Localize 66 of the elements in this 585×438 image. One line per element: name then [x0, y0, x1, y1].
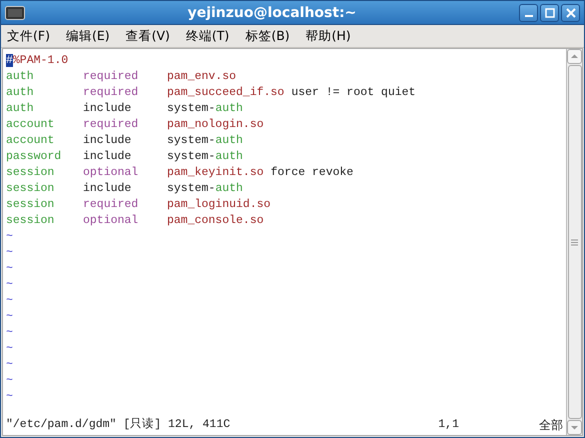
code-text: system-auth: [167, 149, 243, 165]
menu-item[interactable]: 帮助(H): [306, 28, 351, 44]
file-info: "/etc/pam.d/gdm" [只读] 12L, 411C: [6, 417, 230, 433]
code-text: required: [83, 85, 140, 101]
code-text: pam_env.so: [167, 69, 236, 85]
code-text: include: [83, 101, 132, 117]
code-text: pam_nologin.so: [167, 117, 264, 133]
code-text: include: [83, 133, 132, 149]
code-text: pam_succeed_if.so: [167, 85, 284, 101]
close-button[interactable]: [561, 4, 580, 22]
menu-item[interactable]: 查看(V): [126, 28, 170, 44]
code-text: session: [6, 213, 56, 229]
code-text: system-auth: [167, 101, 243, 117]
code-text: account: [6, 133, 56, 149]
scroll-thumb[interactable]: [568, 65, 582, 419]
tilde-marker: ~: [6, 309, 14, 325]
code-text: password: [6, 149, 62, 165]
code-text: auth: [6, 85, 35, 101]
code-text: account: [6, 117, 56, 133]
menu-item[interactable]: 终端(T): [186, 28, 230, 44]
cursor-position: 1,1: [438, 417, 459, 433]
code-text: pam_keyinit.so: [167, 165, 264, 181]
code-text: auth: [6, 69, 35, 85]
scroll-up-icon[interactable]: [567, 49, 582, 64]
tilde-marker: ~: [6, 293, 14, 309]
code-text: auth: [6, 101, 35, 117]
code-text: optional: [83, 165, 140, 181]
code-text: include: [83, 181, 132, 197]
tilde-marker: ~: [6, 373, 14, 389]
minimize-button[interactable]: [519, 4, 538, 22]
code-text: pam_console.so: [167, 213, 264, 229]
text-cursor: #: [6, 54, 13, 67]
code-text: pam_loginuid.so: [167, 197, 271, 213]
tilde-marker: ~: [6, 229, 14, 245]
code-text: session: [6, 181, 56, 197]
code-text: system-auth: [167, 133, 243, 149]
tilde-marker: ~: [6, 341, 14, 357]
terminal-icon: [5, 6, 25, 20]
tilde-marker: ~: [6, 325, 14, 341]
grip-icon: [571, 238, 578, 246]
menu-item[interactable]: 文件(F): [7, 28, 50, 44]
code-text: system-auth: [167, 181, 243, 197]
scroll-position: 全部: [539, 417, 563, 433]
tilde-marker: ~: [6, 389, 14, 405]
tilde-marker: ~: [6, 261, 14, 277]
maximize-icon: [544, 8, 554, 18]
code-text: force revoke: [270, 165, 354, 181]
scrollbar[interactable]: [566, 49, 582, 435]
window-title: yejinzuo@localhost:~: [186, 4, 358, 20]
menu-item[interactable]: 标签(B): [245, 28, 290, 44]
tilde-marker: ~: [6, 245, 14, 261]
maximize-button[interactable]: [540, 4, 559, 22]
menu-item[interactable]: 编辑(E): [66, 28, 110, 44]
code-text: include: [83, 149, 132, 165]
scroll-down-icon[interactable]: [567, 420, 582, 435]
code-text: user != root quiet: [290, 85, 416, 101]
code-text: required: [83, 117, 140, 133]
tilde-marker: ~: [6, 357, 14, 373]
code-text: required: [83, 69, 140, 85]
minimize-icon: [524, 14, 532, 16]
code-text: session: [6, 165, 56, 181]
close-icon: [566, 8, 576, 18]
code-text: session: [6, 197, 56, 213]
code-text: required: [83, 197, 140, 213]
tilde-marker: ~: [6, 277, 14, 293]
code-text: optional: [83, 213, 140, 229]
